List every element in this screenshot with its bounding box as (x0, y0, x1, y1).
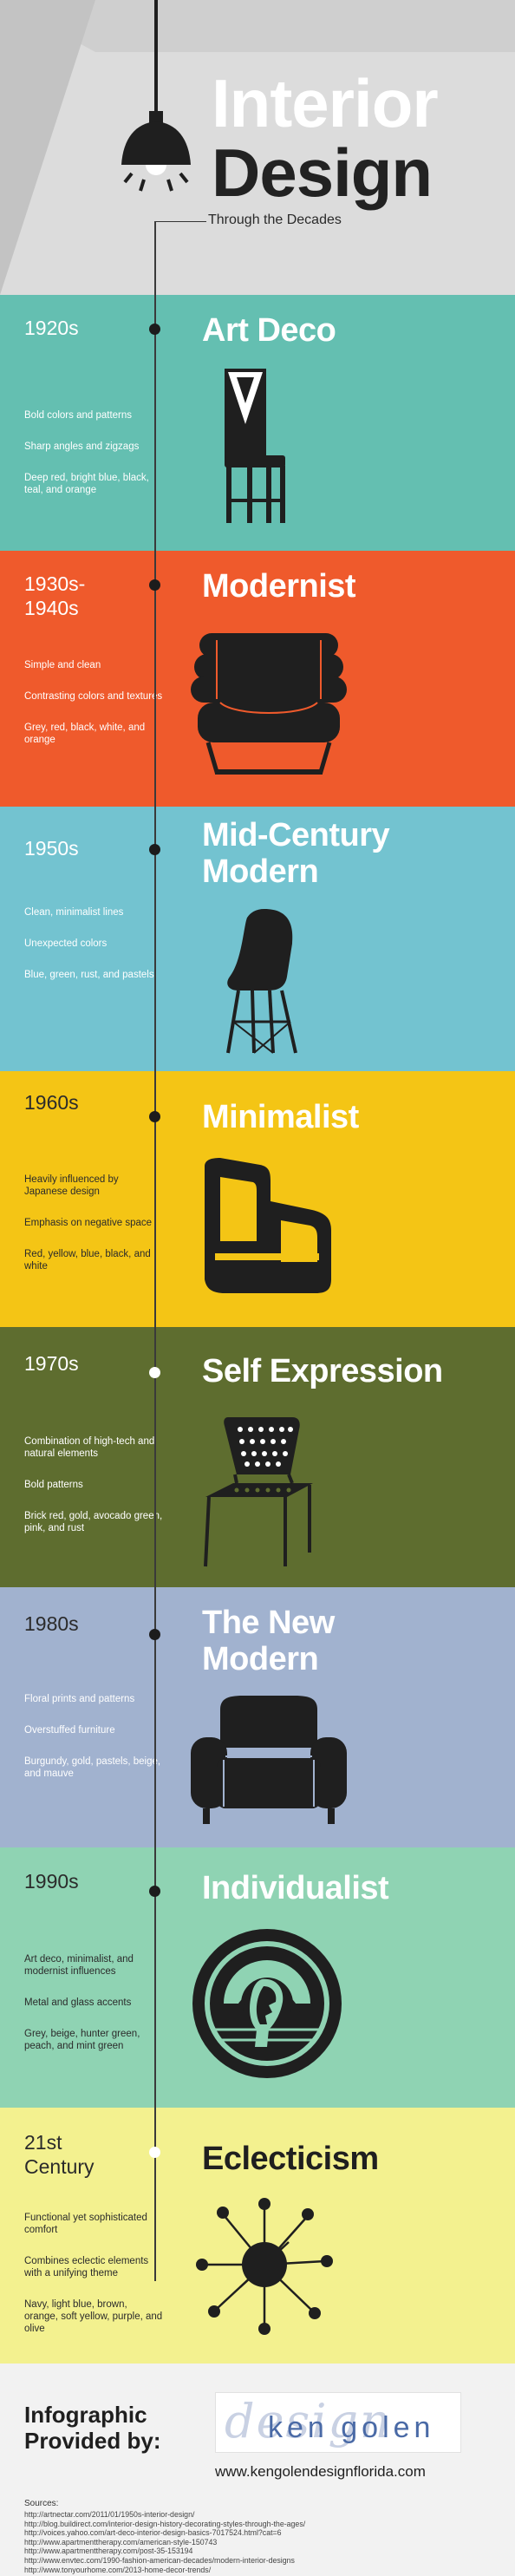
source-link[interactable]: http://blog.buildirect.com/interior-desi… (24, 2520, 475, 2529)
infographic-page: Interior Design Through the Decades 1920… (0, 0, 515, 2576)
bullet-point: Sharp angles and zigzags (24, 441, 140, 452)
bullet-point: Navy, light blue, brown, orange, soft ye… (24, 2299, 163, 2334)
decade-label: 1970s (24, 1352, 79, 1375)
bullet-point: Contrasting colors and textures (24, 691, 163, 702)
section-the-new-modern: 1980s The New Modern Floral prints and p… (0, 1587, 515, 1847)
section-title: Self Expression (202, 1353, 443, 1389)
decade-label: 21st Century (24, 2131, 95, 2178)
bullet-point: Bold patterns (24, 1480, 83, 1490)
timeline-dot (149, 324, 160, 335)
bullet-point: Overstuffed furniture (24, 1725, 115, 1736)
bullet-point: Bold colors and patterns (24, 410, 133, 421)
company-logo[interactable]: design ken golen (215, 2392, 461, 2453)
section-title: Minimalist (202, 1099, 359, 1135)
section-title: The New Modern (202, 1605, 335, 1677)
bullet-point: Clean, minimalist lines (24, 907, 124, 918)
decade-label: 1950s (24, 837, 79, 860)
wall-shape (0, 0, 95, 295)
pendant-lamp-icon (121, 0, 191, 192)
source-link[interactable]: http://voices.yahoo.com/art-deco-interio… (24, 2528, 475, 2538)
bullet-point: Deep red, bright blue, black, teal, and … (24, 473, 149, 495)
provided-by-label: Infographic Provided by: (24, 2402, 161, 2454)
section-title: Mid-Century Modern (202, 817, 390, 890)
header: Interior Design Through the Decades (0, 0, 515, 295)
timeline-dot (149, 1111, 160, 1122)
timeline-dot (149, 1886, 160, 1897)
sputnik-chandelier-icon (196, 2198, 333, 2335)
bullet-list: Clean, minimalist lines Unexpected color… (24, 906, 163, 1000)
section-modernist: 1930s- 1940s Modernist Simple and clean … (0, 551, 515, 807)
decade-label: 1980s (24, 1612, 79, 1635)
bullet-point: Brick red, gold, avocado green, pink, an… (24, 1511, 163, 1533)
bullet-point: Combines eclectic elements with a unifyi… (24, 2256, 149, 2279)
sources-label: Sources: (24, 2499, 59, 2508)
title-line-2: Design (212, 134, 433, 211)
eiffel-chair-icon (226, 909, 297, 1054)
bullet-list: Simple and clean Contrasting colors and … (24, 659, 163, 765)
timeline-dot (149, 844, 160, 855)
section-individualist: 1990s Individualist Art deco, minimalist… (0, 1847, 515, 2108)
timeline-dot (149, 2147, 160, 2158)
subtitle-connector (156, 221, 206, 222)
source-link[interactable]: http://artnectar.com/2011/01/1950s-inter… (24, 2510, 475, 2520)
bullet-point: Blue, green, rust, and pastels (24, 970, 154, 980)
section-self-expression: 1970s Self Expression Combination of hig… (0, 1327, 515, 1587)
decade-label: 1990s (24, 1870, 79, 1893)
subtitle: Through the Decades (208, 212, 342, 227)
timeline-dot (149, 579, 160, 591)
bullet-list: Heavily influenced by Japanese design Em… (24, 1174, 163, 1291)
cantilever-armchair-icon (205, 1158, 331, 1293)
art-deco-medallion-icon (192, 1929, 342, 2078)
section-mid-century-modern: 1950s Mid-Century Modern Clean, minimali… (0, 807, 515, 1071)
section-art-deco: 1920s Art Deco Bold colors and patterns … (0, 295, 515, 551)
bullet-list: Combination of high-tech and natural ele… (24, 1435, 163, 1553)
timeline-line (154, 221, 156, 2281)
website-link[interactable]: www.kengolendesignflorida.com (215, 2463, 426, 2481)
bullet-point: Simple and clean (24, 660, 101, 670)
decade-label: 1920s (24, 317, 79, 339)
decade-label: 1930s- 1940s (24, 572, 86, 619)
section-title: Individualist (202, 1870, 389, 1906)
bullet-point: Burgundy, gold, pastels, beige, and mauv… (24, 1756, 161, 1779)
bullet-point: Unexpected colors (24, 938, 108, 949)
sources-list: http://artnectar.com/2011/01/1950s-inter… (24, 2510, 475, 2574)
source-link[interactable]: http://www.envtec.com/1990-fashion-ameri… (24, 2556, 475, 2566)
logo-text: ken golen (268, 2411, 435, 2444)
source-link[interactable]: http://www.apartmenttherapy.com/post-35-… (24, 2547, 475, 2556)
section-eclecticism: 21st Century Eclecticism Functional yet … (0, 2108, 515, 2364)
section-minimalist: 1960s Minimalist Heavily influenced by J… (0, 1071, 515, 1327)
source-link[interactable]: http://www.tonyourhome.com/2013-home-dec… (24, 2566, 475, 2575)
bullet-point: Functional yet sophisticated comfort (24, 2213, 147, 2235)
bullet-point: Heavily influenced by Japanese design (24, 1174, 119, 1197)
club-armchair-icon (191, 1696, 347, 1824)
section-title: Eclecticism (202, 2141, 379, 2177)
source-link[interactable]: http://www.apartmenttherapy.com/american… (24, 2538, 475, 2547)
bullet-list: Bold colors and patterns Sharp angles an… (24, 409, 163, 515)
bullet-list: Functional yet sophisticated comfort Com… (24, 2212, 163, 2354)
bullet-list: Floral prints and patterns Overstuffed f… (24, 1693, 163, 1799)
section-title: Art Deco (202, 312, 336, 349)
bullet-point: Grey, red, black, white, and orange (24, 722, 146, 745)
art-deco-chair-icon (225, 369, 285, 523)
bullet-point: Red, yellow, blue, black, and white (24, 1249, 151, 1272)
bullet-point: Floral prints and patterns (24, 1694, 135, 1704)
bullet-list: Art deco, minimalist, and modernist infl… (24, 1953, 163, 2071)
bullet-point: Art deco, minimalist, and modernist infl… (24, 1954, 134, 1977)
bullet-point: Metal and glass accents (24, 1997, 132, 2008)
timeline-dot (149, 1367, 160, 1378)
bullet-point: Emphasis on negative space (24, 1218, 153, 1228)
footer: Infographic Provided by: design ken gole… (0, 2364, 515, 2576)
perforated-chair-icon (204, 1417, 313, 1567)
title-line-1: Interior (212, 65, 439, 141)
bullet-point: Grey, beige, hunter green, peach, and mi… (24, 2029, 140, 2051)
section-title: Modernist (202, 568, 356, 605)
decade-label: 1960s (24, 1091, 79, 1114)
timeline-dot (149, 1629, 160, 1640)
bullet-point: Combination of high-tech and natural ele… (24, 1436, 155, 1459)
bibendum-chair-icon (191, 633, 347, 775)
